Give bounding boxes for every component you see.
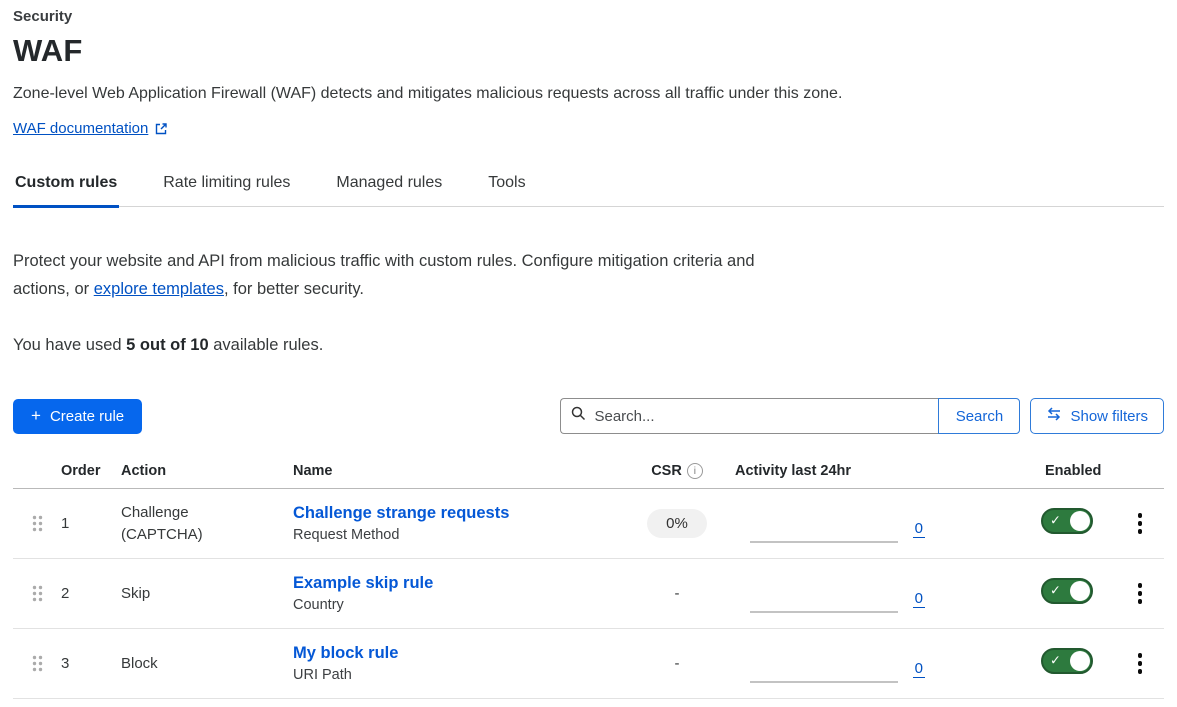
external-link-icon bbox=[154, 122, 168, 136]
activity-count-link[interactable]: 0 bbox=[913, 520, 925, 538]
waf-documentation-link[interactable]: WAF documentation bbox=[13, 120, 168, 137]
enabled-toggle[interactable]: ✓ bbox=[1041, 648, 1093, 674]
drag-handle-icon[interactable] bbox=[13, 514, 61, 533]
csr-value: - bbox=[633, 655, 721, 672]
intro-text: Protect your website and API from malici… bbox=[13, 247, 758, 303]
rule-order: 3 bbox=[61, 655, 121, 672]
search-box bbox=[560, 398, 938, 434]
usage-summary: You have used 5 out of 10 available rule… bbox=[13, 336, 1164, 355]
toggle-knob bbox=[1070, 511, 1090, 531]
rule-field: Request Method bbox=[293, 527, 633, 543]
filters-arrows-icon bbox=[1046, 407, 1062, 425]
create-rule-button[interactable]: + Create rule bbox=[13, 399, 142, 434]
enabled-toggle[interactable]: ✓ bbox=[1041, 508, 1093, 534]
toggle-knob bbox=[1070, 651, 1090, 671]
activity-sparkline bbox=[750, 681, 898, 683]
activity-sparkline bbox=[750, 541, 898, 543]
show-filters-button[interactable]: Show filters bbox=[1030, 398, 1164, 434]
table-row: 1 Challenge (CAPTCHA) Challenge strange … bbox=[13, 489, 1164, 559]
rule-order: 2 bbox=[61, 585, 121, 602]
usage-count: 5 out of 10 bbox=[126, 336, 209, 354]
check-icon: ✓ bbox=[1050, 513, 1061, 529]
csr-info-icon[interactable]: i bbox=[687, 463, 703, 479]
drag-handle-icon[interactable] bbox=[13, 584, 61, 603]
rule-action: Challenge (CAPTCHA) bbox=[121, 502, 239, 546]
tab-custom-rules[interactable]: Custom rules bbox=[13, 164, 119, 208]
drag-handle-icon[interactable] bbox=[13, 654, 61, 673]
rule-action: Block bbox=[121, 653, 239, 675]
search-icon bbox=[571, 406, 586, 426]
table-row: 2 Skip Example skip rule Country - 0 ✓ bbox=[13, 559, 1164, 629]
plus-icon: + bbox=[31, 406, 41, 426]
column-header-action: Action bbox=[121, 463, 293, 479]
table-row: 3 Block My block rule URI Path - 0 ✓ bbox=[13, 629, 1164, 699]
csr-value: - bbox=[633, 585, 721, 602]
tab-managed-rules[interactable]: Managed rules bbox=[334, 164, 444, 208]
tab-rate-limiting-rules[interactable]: Rate limiting rules bbox=[161, 164, 292, 208]
toolbar: + Create rule Search bbox=[13, 398, 1164, 434]
rule-action: Skip bbox=[121, 583, 239, 605]
rule-field: Country bbox=[293, 597, 633, 613]
show-filters-label: Show filters bbox=[1070, 408, 1148, 425]
search-input[interactable] bbox=[594, 408, 928, 425]
check-icon: ✓ bbox=[1050, 653, 1061, 669]
doc-link-label: WAF documentation bbox=[13, 120, 148, 137]
check-icon: ✓ bbox=[1050, 583, 1061, 599]
usage-suffix: available rules. bbox=[209, 336, 324, 354]
rules-table: Order Action Name CSR i Activity last 24… bbox=[13, 463, 1164, 699]
explore-templates-link[interactable]: explore templates bbox=[94, 280, 224, 298]
rule-name-link[interactable]: Challenge strange requests bbox=[293, 504, 509, 523]
rule-name-link[interactable]: My block rule bbox=[293, 644, 398, 663]
toggle-knob bbox=[1070, 581, 1090, 601]
intro-after: , for better security. bbox=[224, 280, 364, 298]
page-description: Zone-level Web Application Firewall (WAF… bbox=[13, 85, 1164, 103]
column-header-enabled: Enabled bbox=[951, 463, 1116, 479]
create-rule-label: Create rule bbox=[50, 408, 124, 425]
table-header-row: Order Action Name CSR i Activity last 24… bbox=[13, 463, 1164, 489]
enabled-toggle[interactable]: ✓ bbox=[1041, 578, 1093, 604]
rule-field: URI Path bbox=[293, 667, 633, 683]
rule-name-link[interactable]: Example skip rule bbox=[293, 574, 433, 593]
activity-count-link[interactable]: 0 bbox=[913, 590, 925, 608]
row-menu-kebab-icon[interactable] bbox=[1116, 579, 1164, 608]
column-header-name: Name bbox=[293, 463, 633, 479]
activity-count-link[interactable]: 0 bbox=[913, 660, 925, 678]
row-menu-kebab-icon[interactable] bbox=[1116, 509, 1164, 538]
rule-order: 1 bbox=[61, 515, 121, 532]
breadcrumb: Security bbox=[13, 8, 1164, 25]
tab-tools[interactable]: Tools bbox=[486, 164, 527, 208]
column-header-activity: Activity last 24hr bbox=[721, 463, 951, 479]
tab-bar: Custom rules Rate limiting rules Managed… bbox=[13, 164, 1164, 207]
usage-prefix: You have used bbox=[13, 336, 126, 354]
activity-sparkline bbox=[750, 611, 898, 613]
search-button[interactable]: Search bbox=[938, 398, 1020, 434]
csr-badge: 0% bbox=[647, 509, 707, 538]
page-title: WAF bbox=[13, 33, 1164, 69]
column-header-csr: CSR bbox=[651, 463, 682, 479]
row-menu-kebab-icon[interactable] bbox=[1116, 649, 1164, 678]
column-header-order: Order bbox=[61, 463, 121, 479]
